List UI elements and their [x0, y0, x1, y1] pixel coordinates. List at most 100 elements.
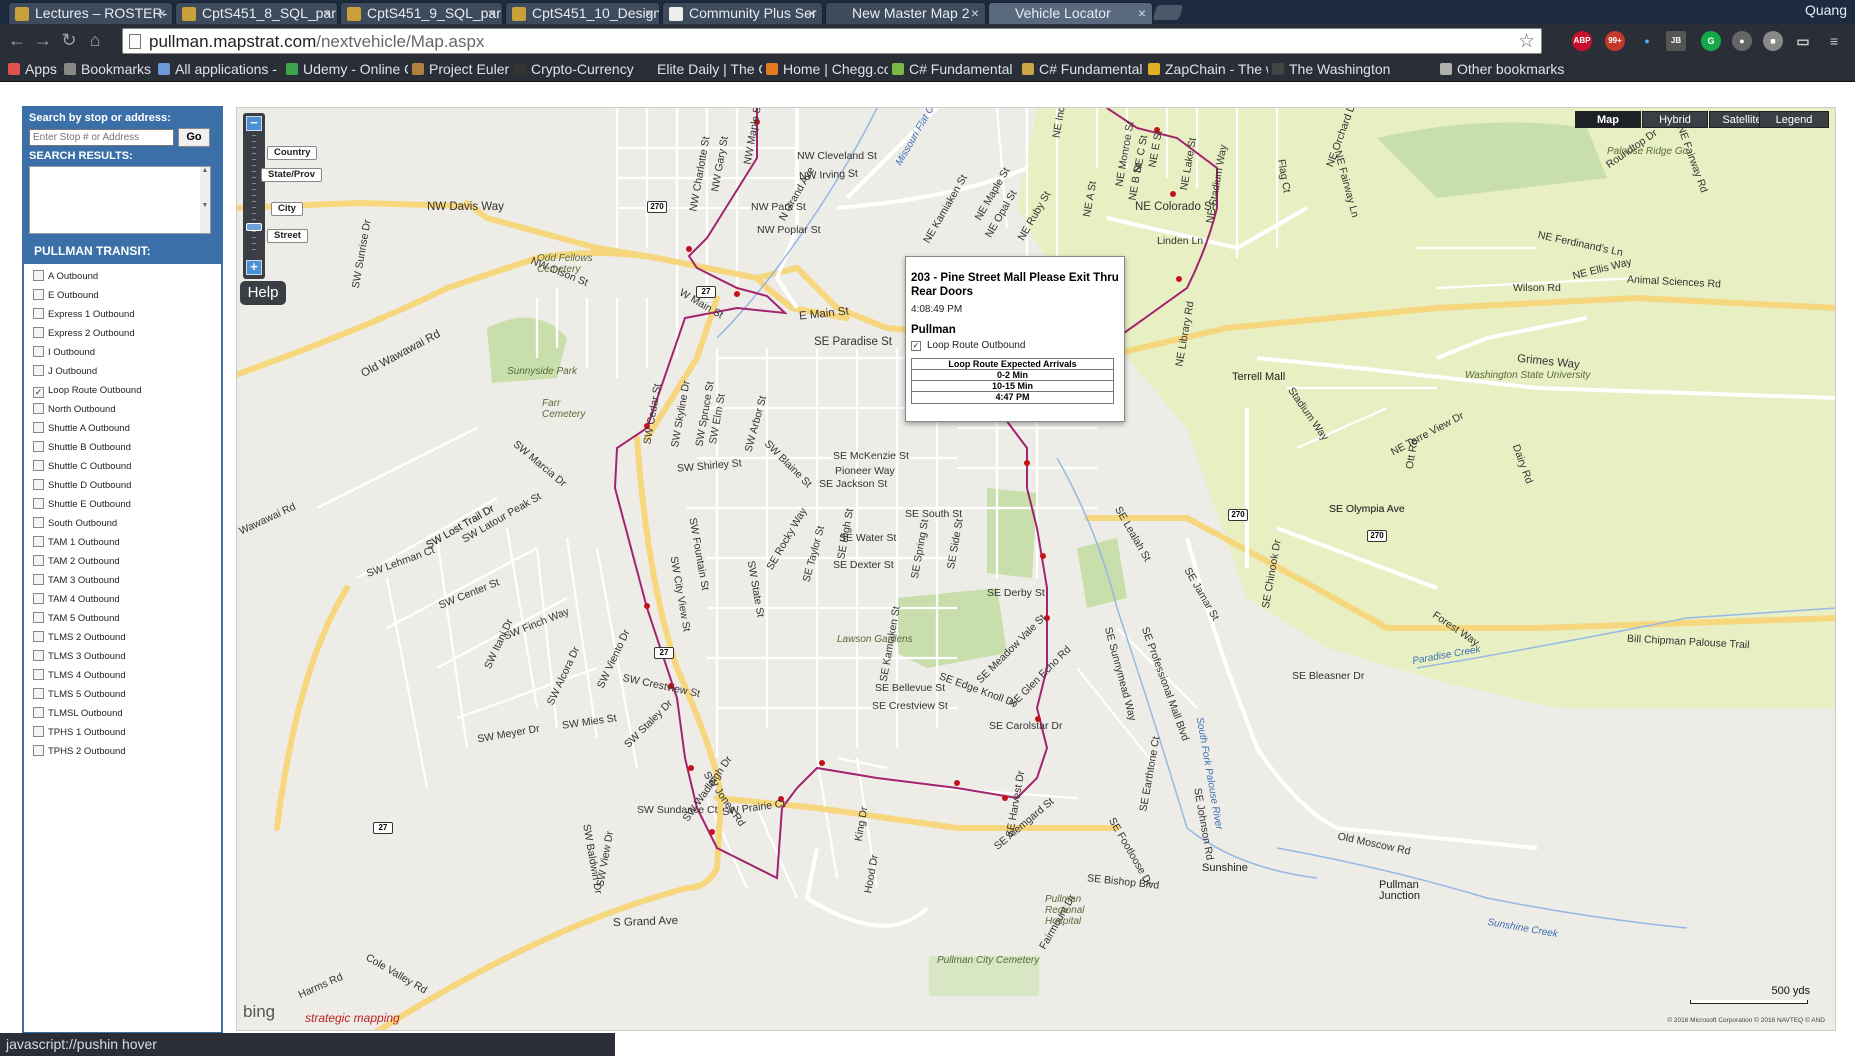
route-item[interactable]: TAM 2 Outbound: [33, 554, 218, 573]
grammarly-icon[interactable]: G: [1701, 31, 1721, 51]
zoom-label-country[interactable]: Country: [267, 146, 318, 160]
route-checkbox[interactable]: [33, 555, 44, 566]
bookmark-item[interactable]: Apps: [8, 61, 57, 77]
route-item[interactable]: Express 1 Outbound: [33, 307, 218, 326]
route-checkbox[interactable]: [33, 270, 44, 281]
zoom-label-state[interactable]: State/Prov: [261, 168, 322, 182]
route-item[interactable]: TAM 4 Outbound: [33, 592, 218, 611]
stop-search-input[interactable]: [29, 129, 174, 146]
route-checkbox[interactable]: [33, 498, 44, 509]
route-checkbox[interactable]: [33, 327, 44, 338]
bookmark-item[interactable]: C# Fundamental: [1022, 61, 1143, 77]
route-item[interactable]: Shuttle E Outbound: [33, 497, 218, 516]
jetbrains-icon[interactable]: JB: [1666, 31, 1686, 51]
route-checkbox[interactable]: [33, 403, 44, 414]
bookmark-item[interactable]: Udemy - Online C: [286, 61, 408, 77]
route-item[interactable]: TAM 3 Outbound: [33, 573, 218, 592]
zoom-in-button[interactable]: +: [246, 260, 262, 275]
route-item[interactable]: A Outbound: [33, 269, 218, 288]
tab-close-icon[interactable]: ×: [488, 3, 496, 23]
url-text[interactable]: pullman.mapstrat.com/nextvehicle/Map.asp…: [149, 32, 484, 52]
tab-close-icon[interactable]: ×: [323, 3, 331, 23]
bookmark-item[interactable]: Crypto-Currency: [514, 61, 634, 77]
route-checkbox[interactable]: [33, 289, 44, 300]
route-checkbox[interactable]: [33, 707, 44, 718]
route-checkbox[interactable]: ✓: [33, 387, 44, 398]
profile-name[interactable]: Quang: [1805, 2, 1847, 18]
route-item[interactable]: TAM 5 Outbound: [33, 611, 218, 630]
map-type-hybrid[interactable]: Hybrid: [1642, 111, 1708, 128]
back-icon[interactable]: ←: [6, 29, 28, 51]
zoom-label-street[interactable]: Street: [267, 229, 308, 243]
bookmark-star-icon[interactable]: ☆: [1518, 30, 1535, 53]
route-checkbox[interactable]: [33, 612, 44, 623]
new-tab-button[interactable]: [1152, 5, 1184, 20]
route-item[interactable]: South Outbound: [33, 516, 218, 535]
zoom-slider-track[interactable]: [252, 135, 256, 255]
route-item[interactable]: Shuttle C Outbound: [33, 459, 218, 478]
tab-2[interactable]: CptS451_8_SQL_par ×: [175, 2, 338, 24]
cast-icon[interactable]: ▭: [1793, 31, 1813, 51]
route-checkbox[interactable]: [33, 745, 44, 756]
tab-close-icon[interactable]: ×: [158, 3, 166, 23]
route-checkbox[interactable]: [33, 479, 44, 490]
tab-close-icon[interactable]: ×: [971, 3, 979, 23]
route-checkbox[interactable]: [33, 688, 44, 699]
route-item[interactable]: TLMS 2 Outbound: [33, 630, 218, 649]
route-item[interactable]: TPHS 2 Outbound: [33, 744, 218, 763]
map-type-map[interactable]: Map: [1575, 111, 1641, 128]
route-item[interactable]: TLMS 5 Outbound: [33, 687, 218, 706]
address-bar[interactable]: pullman.mapstrat.com/nextvehicle/Map.asp…: [122, 28, 1542, 54]
route-item[interactable]: Express 2 Outbound: [33, 326, 218, 345]
bookmark-item[interactable]: The Washington: [1272, 61, 1390, 77]
route-item[interactable]: Shuttle D Outbound: [33, 478, 218, 497]
route-checkbox[interactable]: [33, 517, 44, 528]
bookmark-item[interactable]: Project Euler: [412, 61, 509, 77]
route-checkbox[interactable]: [33, 631, 44, 642]
route-item[interactable]: E Outbound: [33, 288, 218, 307]
route-checkbox[interactable]: [33, 669, 44, 680]
bookmark-item[interactable]: C# Fundamental: [892, 61, 1013, 77]
route-item[interactable]: TLMSL Outbound: [33, 706, 218, 725]
route-item[interactable]: I Outbound: [33, 345, 218, 364]
route-item[interactable]: North Outbound: [33, 402, 218, 421]
tab-4[interactable]: CptS451_10_Design ×: [505, 2, 660, 24]
bookmark-item[interactable]: Other bookmarks: [1440, 61, 1564, 77]
tab-close-icon[interactable]: ×: [1138, 3, 1146, 23]
bookmark-item[interactable]: Home | Chegg.co: [766, 61, 888, 77]
zoom-control[interactable]: − +: [243, 113, 265, 279]
zoom-slider-thumb[interactable]: [246, 223, 262, 231]
route-item[interactable]: J Outbound: [33, 364, 218, 383]
route-item[interactable]: Shuttle B Outbound: [33, 440, 218, 459]
zoom-out-button[interactable]: −: [246, 116, 262, 131]
help-button[interactable]: Help: [240, 281, 286, 305]
tab-6[interactable]: New Master Map 2 ×: [825, 2, 986, 24]
popup-route-checkbox[interactable]: ✓: [911, 341, 921, 351]
bookmark-item[interactable]: ZapChain - The w: [1148, 61, 1268, 77]
menu-icon[interactable]: ≡: [1824, 31, 1844, 51]
route-checkbox[interactable]: [33, 365, 44, 376]
route-checkbox[interactable]: [33, 574, 44, 585]
home-icon[interactable]: ⌂: [84, 29, 106, 51]
route-checkbox[interactable]: [33, 593, 44, 604]
tab-close-icon[interactable]: ×: [808, 3, 816, 23]
popup-route-toggle[interactable]: ✓ Loop Route Outbound: [911, 340, 1025, 351]
extension-dot-icon[interactable]: ●: [1637, 31, 1657, 51]
route-checkbox[interactable]: [33, 460, 44, 471]
tab-1[interactable]: Lectures – ROSTER- ×: [8, 2, 173, 24]
extension-circle-icon[interactable]: ●: [1732, 31, 1752, 51]
route-checkbox[interactable]: [33, 308, 44, 319]
tab-5[interactable]: Community Plus Ser ×: [662, 2, 823, 24]
route-item[interactable]: TLMS 4 Outbound: [33, 668, 218, 687]
map-canvas[interactable]: NW Davis Way NW Olson St W Main St E Main S…: [236, 107, 1836, 1031]
tab-7[interactable]: Vehicle Locator ×: [988, 2, 1153, 24]
route-item[interactable]: TPHS 1 Outbound: [33, 725, 218, 744]
tab-3[interactable]: CptS451_9_SQL_par ×: [340, 2, 503, 24]
reload-icon[interactable]: ↻: [58, 29, 80, 51]
notifications-badge[interactable]: 99+: [1605, 31, 1625, 51]
route-checkbox[interactable]: [33, 346, 44, 357]
route-checkbox[interactable]: [33, 441, 44, 452]
legend-button[interactable]: Legend: [1759, 111, 1829, 128]
tab-close-icon[interactable]: ×: [645, 3, 653, 23]
route-item[interactable]: TAM 1 Outbound: [33, 535, 218, 554]
